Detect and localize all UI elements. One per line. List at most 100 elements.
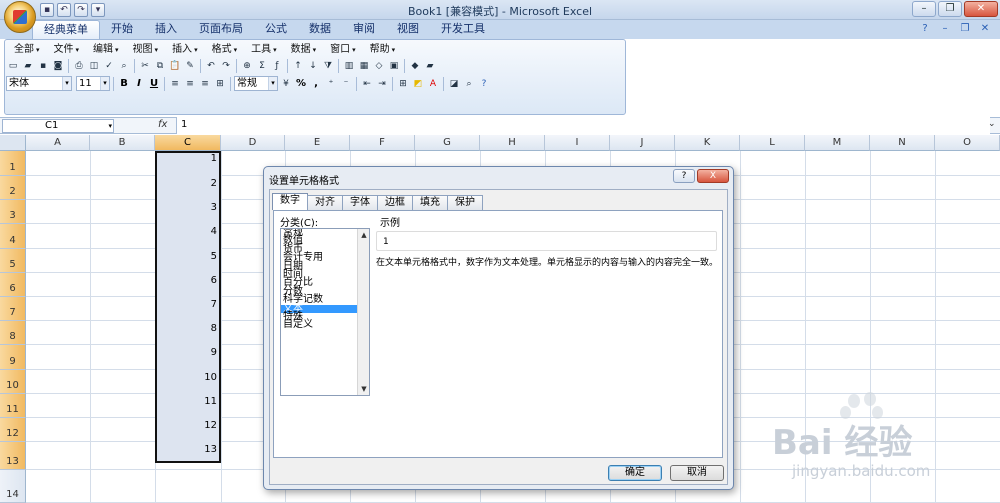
- borders-icon[interactable]: ⊞: [396, 77, 410, 91]
- ok-button[interactable]: 确定: [608, 465, 662, 481]
- tab-data[interactable]: 数据: [298, 20, 342, 39]
- row-header-4[interactable]: 4: [0, 224, 26, 249]
- cut-icon[interactable]: ✂: [138, 59, 152, 73]
- dialog-help-icon[interactable]: ?: [673, 169, 695, 183]
- italic-button[interactable]: I: [132, 77, 146, 91]
- formula-input[interactable]: 1: [176, 117, 990, 134]
- hyperlink-icon[interactable]: ⊕: [240, 59, 254, 73]
- column-header-a[interactable]: A: [26, 135, 90, 151]
- menu-data[interactable]: 数据 ▾: [285, 42, 323, 57]
- folder-icon[interactable]: ▰: [423, 59, 437, 73]
- pivot-icon[interactable]: ▦: [357, 59, 371, 73]
- underline-button[interactable]: U: [147, 77, 161, 91]
- scroll-down-icon[interactable]: ▼: [359, 384, 369, 394]
- redo-icon[interactable]: ↷: [219, 59, 233, 73]
- column-header-d[interactable]: D: [221, 135, 285, 151]
- tab-border[interactable]: 边框: [377, 195, 413, 210]
- cell-c12[interactable]: 12: [155, 420, 219, 434]
- help-icon[interactable]: ?: [918, 22, 932, 36]
- row-header-13[interactable]: 13: [0, 442, 26, 470]
- zoom-icon[interactable]: ▣: [387, 59, 401, 73]
- align-center-icon[interactable]: ≡: [183, 77, 197, 91]
- category-item[interactable]: 自定义: [281, 320, 369, 330]
- column-header-f[interactable]: F: [350, 135, 415, 151]
- currency-icon[interactable]: ¥: [279, 77, 293, 91]
- align-right-icon[interactable]: ≡: [198, 77, 212, 91]
- insert-function-icon[interactable]: fx: [158, 119, 167, 130]
- cell-c3[interactable]: 3: [155, 202, 219, 216]
- tab-fill[interactable]: 填充: [412, 195, 448, 210]
- column-header-o[interactable]: O: [935, 135, 1000, 151]
- row-header-7[interactable]: 7: [0, 297, 26, 321]
- column-header-n[interactable]: N: [870, 135, 935, 151]
- font-name-combo[interactable]: 宋体 ▾: [6, 76, 72, 91]
- row-header-9[interactable]: 9: [0, 345, 26, 370]
- bold-button[interactable]: B: [117, 77, 131, 91]
- permission-icon[interactable]: ◙: [51, 59, 65, 73]
- tab-number[interactable]: 数字: [272, 193, 308, 210]
- row-header-12[interactable]: 12: [0, 418, 26, 442]
- decrease-decimal-icon[interactable]: ⁻: [339, 77, 353, 91]
- sort-descending-icon[interactable]: ↓: [306, 59, 320, 73]
- comma-button[interactable]: ,: [309, 77, 323, 91]
- font-size-combo[interactable]: 11 ▾: [76, 76, 110, 91]
- menu-insert[interactable]: 插入 ▾: [166, 42, 204, 57]
- cell-c10[interactable]: 10: [155, 372, 219, 386]
- minimize-icon[interactable]: –: [912, 1, 936, 17]
- increase-decimal-icon[interactable]: ⁺: [324, 77, 338, 91]
- spelling-icon[interactable]: ✓: [102, 59, 116, 73]
- menu-all[interactable]: 全部 ▾: [8, 42, 46, 57]
- tab-page-layout[interactable]: 页面布局: [188, 20, 254, 39]
- copy-icon[interactable]: ⧉: [153, 59, 167, 73]
- cell-c1[interactable]: 1: [155, 153, 219, 167]
- column-header-i[interactable]: I: [545, 135, 610, 151]
- align-left-icon[interactable]: ≡: [168, 77, 182, 91]
- menu-edit[interactable]: 编辑 ▾: [87, 42, 125, 57]
- cell-c8[interactable]: 8: [155, 323, 219, 337]
- dialog-close-icon[interactable]: X: [697, 169, 729, 183]
- cell-c6[interactable]: 6: [155, 275, 219, 289]
- highlight-icon[interactable]: ◆: [408, 59, 422, 73]
- chart-icon[interactable]: ▥: [342, 59, 356, 73]
- row-header-11[interactable]: 11: [0, 394, 26, 418]
- cell-c5[interactable]: 5: [155, 251, 219, 265]
- menu-format[interactable]: 格式 ▾: [206, 42, 244, 57]
- column-header-j[interactable]: J: [610, 135, 675, 151]
- tab-formulas[interactable]: 公式: [254, 20, 298, 39]
- increase-indent-icon[interactable]: ⇥: [375, 77, 389, 91]
- tab-classic-menu[interactable]: 经典菜单: [32, 20, 100, 39]
- tab-protection[interactable]: 保护: [447, 195, 483, 210]
- help-icon[interactable]: ?: [477, 77, 491, 91]
- menu-tools[interactable]: 工具 ▾: [245, 42, 283, 57]
- row-header-10[interactable]: 10: [0, 370, 26, 394]
- menu-view[interactable]: 视图 ▾: [127, 42, 165, 57]
- restore-icon[interactable]: ❐: [938, 1, 962, 17]
- function-icon[interactable]: ƒ: [270, 59, 284, 73]
- fill-color-icon[interactable]: ◩: [411, 77, 425, 91]
- autosum-icon[interactable]: Σ: [255, 59, 269, 73]
- column-header-g[interactable]: G: [415, 135, 480, 151]
- styles-icon[interactable]: ◪: [447, 77, 461, 91]
- column-header-e[interactable]: E: [285, 135, 350, 151]
- format-painter-icon[interactable]: ✎: [183, 59, 197, 73]
- column-header-c[interactable]: C: [155, 135, 221, 151]
- tab-alignment[interactable]: 对齐: [307, 195, 343, 210]
- name-box[interactable]: C1 ▾: [2, 119, 114, 133]
- row-header-1[interactable]: 1: [0, 151, 26, 176]
- scroll-up-icon[interactable]: ▲: [359, 230, 369, 240]
- cell-c9[interactable]: 9: [155, 347, 219, 361]
- row-header-2[interactable]: 2: [0, 176, 26, 200]
- expand-formula-bar-icon[interactable]: ⌄: [988, 119, 996, 129]
- restore-workbook-icon[interactable]: ❐: [958, 22, 972, 36]
- new-file-icon[interactable]: ▭: [6, 59, 20, 73]
- office-button[interactable]: [4, 1, 36, 33]
- menu-file[interactable]: 文件 ▾: [48, 42, 86, 57]
- decrease-indent-icon[interactable]: ⇤: [360, 77, 374, 91]
- drawing-icon[interactable]: ◇: [372, 59, 386, 73]
- row-header-6[interactable]: 6: [0, 273, 26, 297]
- research-icon[interactable]: ⌕: [117, 59, 131, 73]
- row-header-8[interactable]: 8: [0, 321, 26, 345]
- tab-font[interactable]: 字体: [342, 195, 378, 210]
- column-header-m[interactable]: M: [805, 135, 870, 151]
- column-header-h[interactable]: H: [480, 135, 545, 151]
